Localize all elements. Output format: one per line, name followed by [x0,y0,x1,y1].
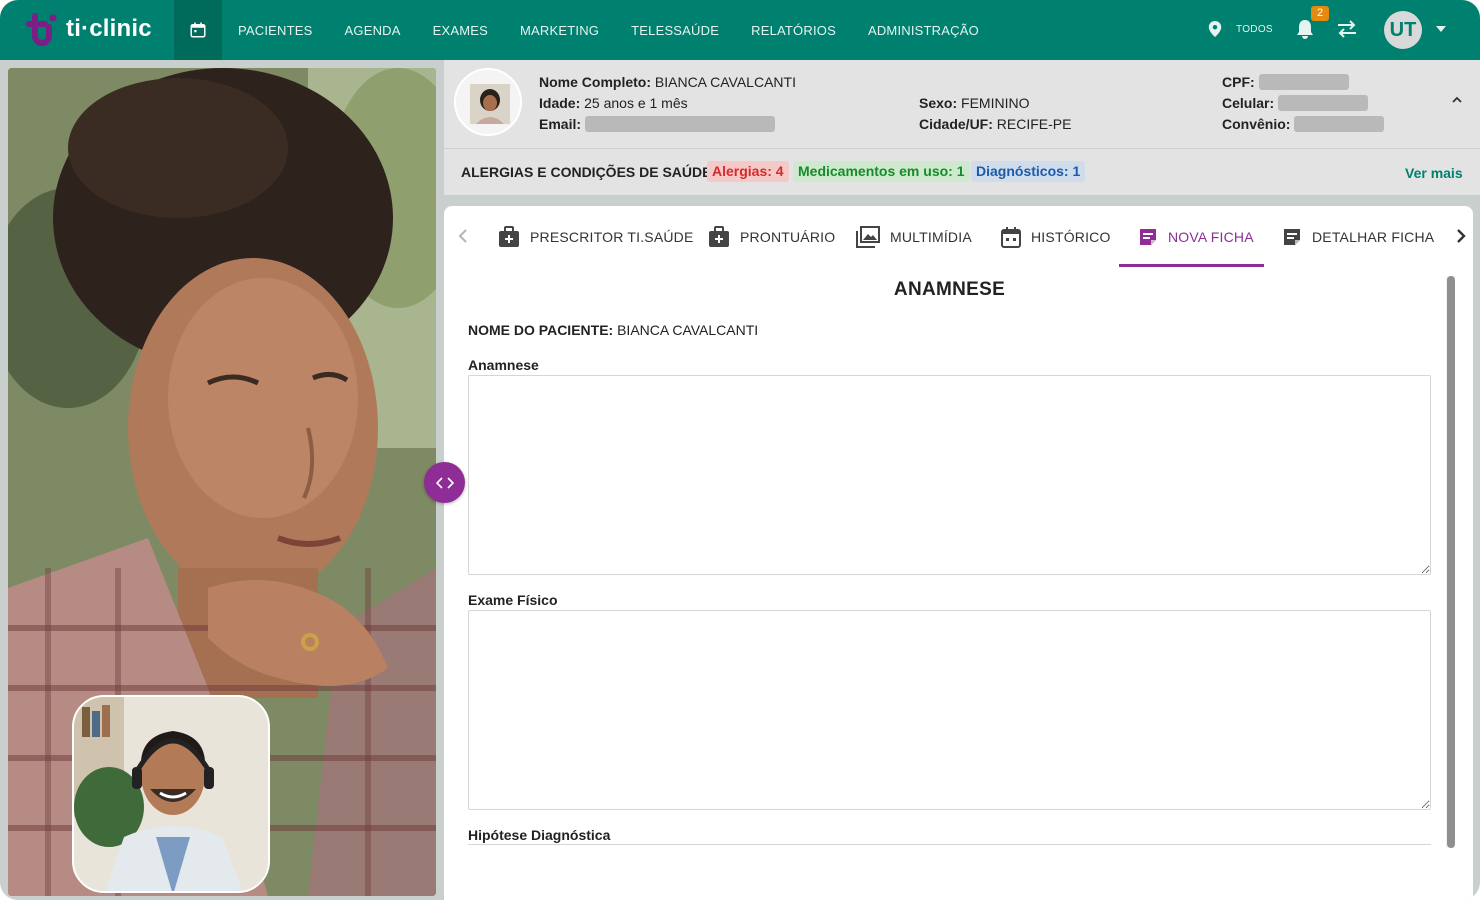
tab-multimidia[interactable]: MULTIMÍDIA [856,206,972,268]
nav-exames[interactable]: EXAMES [417,0,504,60]
exame-fisico-label: Exame Físico [468,592,558,608]
brand-name: ti·clinic [66,15,152,42]
chevron-up-icon[interactable] [1452,96,1462,103]
code-arrows-icon [435,476,454,489]
patient-photo-image [470,84,510,124]
medical-bag-icon [709,226,729,247]
calendar-icon [1001,227,1021,248]
brand-logo[interactable]: ti·clinic [26,12,152,46]
nav-administracao[interactable]: ADMINISTRAÇÃO [852,0,995,60]
patient-email-redacted [584,116,775,132]
location-pin-icon[interactable] [1208,21,1222,37]
form-title: ANAMNESE [893,279,1006,300]
tab-label: DETALHAR FICHA [1312,229,1435,245]
form-patient-name: NOME DO PACIENTE: BIANCA CAVALCANTI [468,322,758,338]
active-tab-indicator [1119,264,1264,267]
nav-telessaude[interactable]: TELESSAÚDE [615,0,735,60]
chevron-right-icon[interactable] [1456,228,1466,244]
record-tabs: PRESCRITOR TI.SAÚDE PRONTUÁRIO MULTIMÍDI… [444,206,1473,268]
tab-label: NOVA FICHA [1168,229,1254,245]
tab-label: PRESCRITOR TI.SAÚDE [530,229,694,245]
see-more-link[interactable]: Ver mais [1405,165,1463,181]
hipotese-diagnostica-label: Hipótese Diagnóstica [468,827,611,843]
hipotese-diagnostica-field-top[interactable] [468,844,1431,845]
tab-label: PRONTUÁRIO [740,229,836,245]
tab-prescritor[interactable]: PRESCRITOR TI.SAÚDE [498,206,694,268]
main-nav: PACIENTES AGENDA EXAMES MARKETING TELESS… [222,0,995,60]
anamnese-textarea[interactable] [468,375,1431,575]
notification-bell-icon[interactable] [1295,18,1315,40]
patient-name-label: Nome Completo: [539,74,651,90]
health-conditions-bar: ALERGIAS E CONDIÇÕES DE SAÚDE: Alergias:… [444,148,1480,195]
patient-sex-label: Sexo: [919,95,958,111]
tab-nova-ficha[interactable]: NOVA FICHA [1138,206,1254,268]
patient-city-label: Cidade/UF: [919,116,993,132]
diagnoses-chip[interactable]: Diagnósticos: 1 [971,161,1086,182]
exame-fisico-textarea[interactable] [468,610,1431,810]
medications-chip[interactable]: Medicamentos em uso: 1 [793,161,970,182]
images-icon [856,226,880,248]
patient-age-field: Idade: 25 anos e 1 mês [539,95,688,111]
patient-insurance-redacted [1294,116,1385,132]
calendar-icon [190,22,206,38]
patient-cpf-label: CPF: [1222,74,1255,90]
patient-name-value: BIANCA CAVALCANTI [654,74,796,90]
ti-logo-icon [26,13,57,46]
tab-detalhar-ficha[interactable]: DETALHAR FICHA [1282,206,1434,268]
medical-bag-icon [499,226,519,247]
swap-arrows-icon[interactable] [1336,19,1358,39]
calendar-button[interactable] [174,0,222,60]
anamnese-label: Anamnese [468,357,539,373]
nav-marketing[interactable]: MARKETING [504,0,615,60]
app-window: ti·clinic PACIENTES AGENDA EXAMES MARKET… [0,0,1480,900]
note-icon [1140,229,1156,245]
user-avatar[interactable]: UT [1384,11,1422,49]
patient-cpf-field: CPF: [1222,74,1349,90]
patient-city-value: RECIFE-PE [996,116,1072,132]
patient-video-feed [8,68,436,896]
chevron-left-icon[interactable] [458,228,468,244]
doctor-video-image [74,697,268,891]
patient-avatar [454,68,522,136]
form-patient-value: BIANCA CAVALCANTI [617,322,759,338]
nav-relatorios[interactable]: RELATÓRIOS [735,0,852,60]
patient-insurance-label: Convênio: [1222,116,1291,132]
top-navigation-bar: ti·clinic PACIENTES AGENDA EXAMES MARKET… [0,0,1480,60]
patient-phone-field: Celular: [1222,95,1369,111]
patient-sex-field: Sexo: FEMININO [919,95,1029,111]
tab-label: HISTÓRICO [1031,229,1111,245]
patient-sex-value: FEMININO [961,95,1030,111]
patient-phone-label: Celular: [1222,95,1275,111]
allergies-chip[interactable]: Alergias: 4 [707,161,789,182]
patient-age-label: Idade: [539,95,581,111]
nav-pacientes[interactable]: PACIENTES [222,0,329,60]
patient-email-field: Email: [539,116,775,132]
tab-historico[interactable]: HISTÓRICO [1001,206,1111,268]
patient-phone-redacted [1278,95,1369,111]
note-icon [1284,229,1300,245]
patient-email-label: Email: [539,116,582,132]
patient-insurance-field: Convênio: [1222,116,1385,132]
patient-name-field: Nome Completo: BIANCA CAVALCANTI [539,74,796,90]
patient-city-field: Cidade/UF: RECIFE-PE [919,116,1071,132]
notification-count-badge: 2 [1311,6,1329,21]
tab-prontuario[interactable]: PRONTUÁRIO [708,206,835,268]
form-patient-label: NOME DO PACIENTE: [468,322,614,338]
patient-cpf-redacted [1258,74,1349,90]
record-card: PRESCRITOR TI.SAÚDE PRONTUÁRIO MULTIMÍDI… [444,206,1473,900]
chevron-down-icon[interactable] [1436,26,1446,32]
doctor-video-pip[interactable] [72,695,270,893]
patient-summary: Nome Completo: BIANCA CAVALCANTI Idade: … [444,60,1480,195]
nav-agenda[interactable]: AGENDA [329,0,417,60]
health-conditions-title: ALERGIAS E CONDIÇÕES DE SAÚDE: [461,164,717,180]
tab-label: MULTIMÍDIA [890,229,972,245]
panel-resize-handle[interactable] [424,462,465,503]
location-filter-label[interactable]: TODOS [1236,24,1273,35]
form-scrollbar-thumb[interactable] [1447,276,1455,848]
patient-age-value: 25 anos e 1 mês [584,95,688,111]
